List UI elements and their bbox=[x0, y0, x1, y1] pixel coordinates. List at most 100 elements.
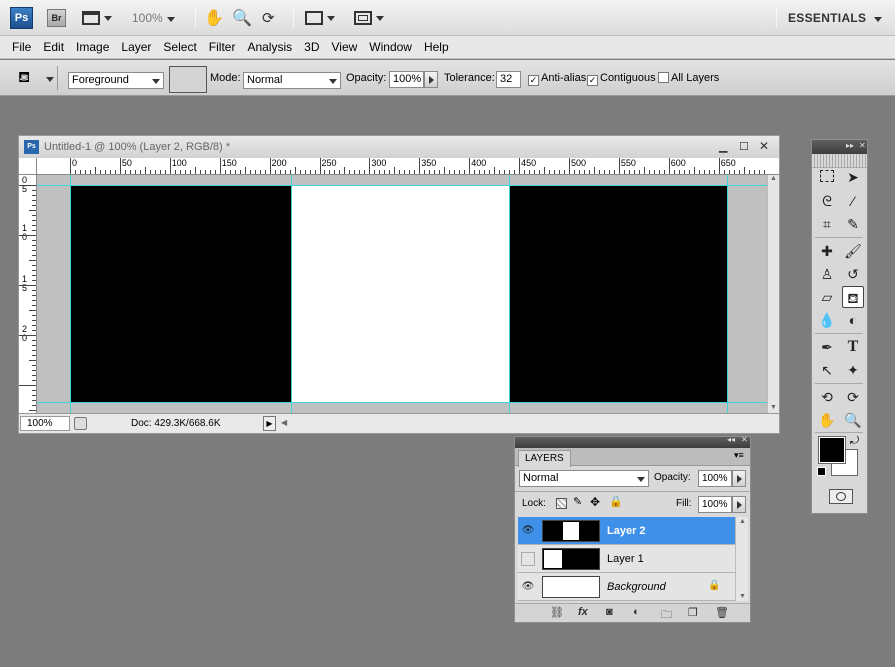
menu-select[interactable]: Select bbox=[157, 40, 202, 54]
panel-menu-icon[interactable]: ▾≡ bbox=[734, 450, 744, 461]
delete-layer-icon[interactable]: 🗑 bbox=[715, 606, 729, 619]
adjustment-layer-icon[interactable]: ◐ bbox=[633, 606, 640, 618]
swap-colors-icon[interactable]: ⤾ bbox=[850, 435, 859, 448]
zoom-tool-button[interactable]: 🔍 bbox=[232, 8, 252, 28]
tool-preset-picker[interactable]: ⛾ bbox=[8, 66, 58, 90]
menu-help[interactable]: Help bbox=[418, 40, 455, 54]
zoom-tool[interactable]: 🔍 bbox=[842, 409, 864, 431]
layers-panel-header[interactable]: ◂◂ ✕ bbox=[515, 435, 750, 448]
quick-mask-button[interactable] bbox=[829, 489, 853, 504]
status-info-icon[interactable] bbox=[74, 417, 87, 430]
layer-opacity-slider-button[interactable] bbox=[732, 470, 746, 487]
lock-transparent-icon[interactable] bbox=[556, 498, 567, 509]
new-group-icon[interactable]: 🗀 bbox=[661, 606, 672, 625]
menu-edit[interactable]: Edit bbox=[37, 40, 70, 54]
hand-tool[interactable]: ✋ bbox=[816, 409, 838, 431]
layer-name[interactable]: Layer 1 bbox=[607, 553, 644, 565]
blend-mode-select[interactable]: Normal bbox=[519, 470, 649, 487]
minimize-button[interactable]: ▁ bbox=[719, 140, 727, 153]
rotate-view-button[interactable]: ⟳ bbox=[262, 8, 275, 28]
hscroll-left-icon[interactable]: ◀ bbox=[281, 418, 287, 427]
canvas-area[interactable] bbox=[37, 175, 767, 413]
eyedropper-tool[interactable]: ✎ bbox=[842, 213, 864, 235]
menu-window[interactable]: Window bbox=[363, 40, 418, 54]
tools-panel-header[interactable]: ▸▸ ✕ bbox=[812, 140, 867, 154]
lock-all-icon[interactable]: 🔒 bbox=[609, 495, 623, 508]
close-button[interactable]: ✕ bbox=[759, 139, 769, 153]
close-panel-icon[interactable]: ✕ bbox=[741, 435, 748, 444]
move-tool[interactable]: ➤ bbox=[842, 166, 864, 188]
visibility-toggle[interactable] bbox=[521, 552, 535, 566]
document-titlebar[interactable]: Ps Untitled-1 @ 100% (Layer 2, RGB/8) * … bbox=[19, 136, 779, 158]
blur-tool[interactable]: 💧 bbox=[816, 309, 838, 331]
add-mask-icon[interactable]: ◙ bbox=[606, 606, 613, 618]
maximize-button[interactable]: ☐ bbox=[739, 140, 749, 153]
layer-name[interactable]: Layer 2 bbox=[607, 525, 646, 537]
photoshop-logo[interactable]: Ps bbox=[10, 7, 33, 29]
foreground-color-swatch[interactable] bbox=[818, 436, 846, 464]
opacity-slider-button[interactable] bbox=[424, 71, 438, 88]
antialias-checkbox[interactable]: ✓ Anti-alias bbox=[528, 72, 586, 86]
mode-select[interactable]: Normal bbox=[243, 72, 341, 89]
lock-pixels-icon[interactable]: ✎ bbox=[573, 495, 582, 508]
eye-icon[interactable]: 👁 bbox=[521, 524, 535, 538]
menu-filter[interactable]: Filter bbox=[203, 40, 242, 54]
stamp-tool[interactable]: ♙ bbox=[816, 263, 838, 285]
healing-tool[interactable]: ✚ bbox=[816, 240, 838, 262]
3d-orbit-tool[interactable]: ⟳ bbox=[842, 386, 864, 408]
dodge-tool[interactable]: ◐ bbox=[842, 309, 864, 331]
horizontal-ruler[interactable]: 0 50 100 150 200 250 300 350 400 450 500 550 600 650 bbox=[37, 158, 779, 175]
fill-source-select[interactable]: Foreground bbox=[68, 72, 164, 89]
arrange-documents-button[interactable] bbox=[305, 8, 335, 28]
link-layers-icon[interactable]: ⛓ bbox=[550, 606, 564, 619]
opacity-input[interactable]: 100% bbox=[389, 71, 424, 88]
new-layer-icon[interactable]: ❐ bbox=[688, 606, 698, 619]
document-vertical-scrollbar[interactable]: ▲ ▼ bbox=[767, 175, 779, 413]
crop-tool[interactable]: ⌗ bbox=[816, 213, 838, 235]
pen-tool[interactable]: ✒ bbox=[816, 336, 838, 358]
magic-wand-tool[interactable]: ⁄ bbox=[842, 190, 864, 212]
lasso-tool[interactable]: ᘓ bbox=[816, 190, 838, 212]
contiguous-checkbox[interactable]: ✓ Contiguous bbox=[587, 72, 656, 86]
layer-name[interactable]: Background bbox=[607, 581, 666, 593]
hand-tool-button[interactable]: ✋ bbox=[204, 8, 224, 28]
shape-tool[interactable]: ✦ bbox=[842, 359, 864, 381]
eraser-tool[interactable]: ▱ bbox=[816, 286, 838, 308]
status-menu-arrow-icon[interactable]: ▶ bbox=[263, 416, 276, 431]
menu-layer[interactable]: Layer bbox=[115, 40, 157, 54]
paint-bucket-tool[interactable]: ⛾ bbox=[842, 286, 864, 308]
workspace-switcher[interactable]: ESSENTIALS bbox=[788, 11, 883, 25]
3d-rotate-tool[interactable]: ⟲ bbox=[816, 386, 838, 408]
menu-file[interactable]: File bbox=[6, 40, 37, 54]
path-select-tool[interactable]: ↖ bbox=[816, 359, 838, 381]
history-brush-tool[interactable]: ↺ bbox=[842, 263, 864, 285]
menu-analysis[interactable]: Analysis bbox=[241, 40, 298, 54]
fill-slider-button[interactable] bbox=[732, 496, 746, 513]
brush-tool[interactable]: 🖌 bbox=[842, 240, 864, 262]
layer-row-layer-1[interactable]: Layer 1 bbox=[518, 545, 735, 573]
layer-row-layer-2[interactable]: 👁 Layer 2 bbox=[518, 517, 735, 545]
pattern-picker[interactable] bbox=[169, 66, 207, 93]
layer-style-icon[interactable]: fx bbox=[578, 606, 588, 618]
lock-position-icon[interactable]: ✥ bbox=[590, 495, 600, 509]
layer-row-background[interactable]: 👁 Background 🔒 bbox=[518, 573, 735, 601]
screen-mode-button[interactable] bbox=[354, 8, 384, 28]
menu-view[interactable]: View bbox=[325, 40, 363, 54]
collapse-icon[interactable]: ▸▸ bbox=[846, 141, 854, 150]
tab-layers[interactable]: LAYERS bbox=[518, 450, 571, 467]
vertical-ruler[interactable]: 05101520 bbox=[19, 175, 37, 413]
menu-image[interactable]: Image bbox=[70, 40, 115, 54]
bridge-button[interactable]: Br bbox=[47, 9, 66, 27]
zoom-level-select[interactable]: 100% bbox=[132, 11, 175, 25]
default-colors-icon[interactable] bbox=[817, 467, 826, 476]
close-panel-icon[interactable]: ✕ bbox=[859, 141, 866, 150]
ruler-origin[interactable] bbox=[19, 158, 37, 175]
marquee-tool[interactable] bbox=[816, 166, 838, 188]
fill-input[interactable]: 100% bbox=[698, 496, 732, 513]
layer-opacity-input[interactable]: 100% bbox=[698, 470, 732, 487]
view-extras-button[interactable] bbox=[82, 8, 112, 28]
status-zoom-field[interactable]: 100% bbox=[20, 416, 70, 431]
collapse-icon[interactable]: ◂◂ bbox=[727, 435, 735, 444]
type-tool[interactable]: T bbox=[842, 336, 864, 358]
all-layers-checkbox[interactable]: All Layers bbox=[658, 72, 719, 84]
